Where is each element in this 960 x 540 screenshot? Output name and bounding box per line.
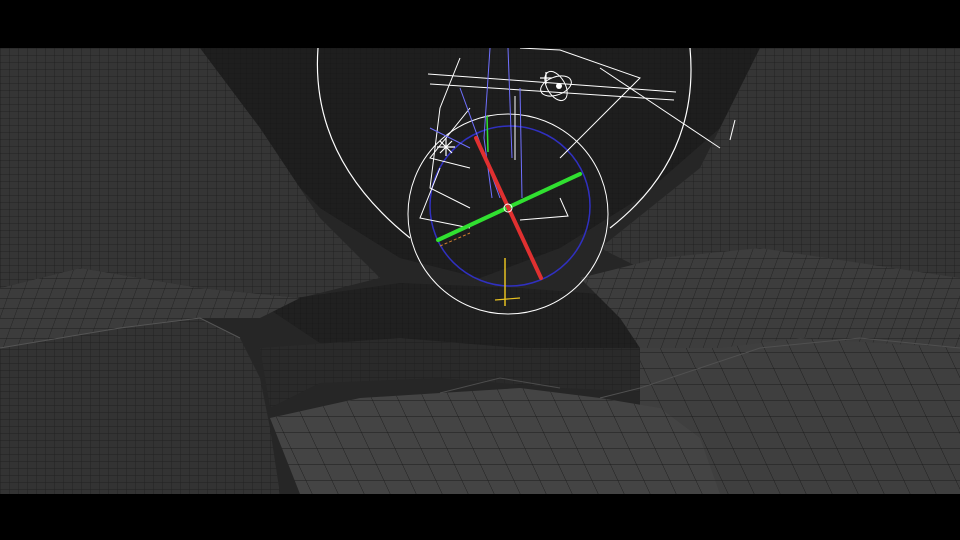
letterbox-top xyxy=(0,0,960,48)
letterbox-bottom xyxy=(0,494,960,540)
3d-viewport[interactable] xyxy=(0,48,960,494)
scene-canvas[interactable] xyxy=(0,48,960,494)
